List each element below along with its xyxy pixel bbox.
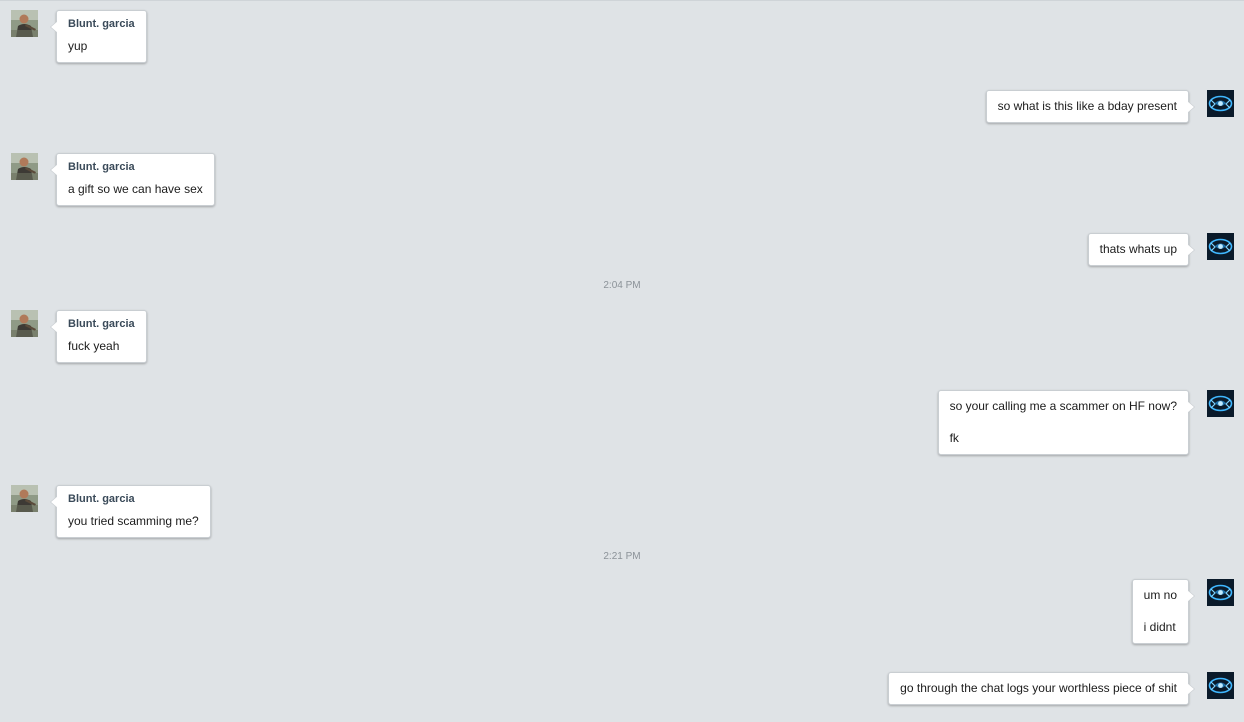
avatar[interactable]	[1207, 90, 1234, 117]
blue-glow-avatar-icon	[1207, 579, 1234, 606]
user-photo-avatar-icon	[11, 153, 38, 180]
message-text: you tried scamming me?	[68, 514, 199, 528]
message-text: fk	[949, 431, 959, 445]
message-text: so your calling me a scammer on HF now?	[949, 399, 1177, 413]
blue-glow-avatar-icon	[1207, 90, 1234, 117]
message-text: a gift so we can have sex	[68, 182, 203, 196]
message-bubble: um no i didnt	[1131, 579, 1196, 644]
user-photo-avatar-icon	[11, 485, 38, 512]
message-text: um no	[1143, 588, 1177, 602]
sender-name: Blunt. garcia	[68, 318, 135, 330]
avatar[interactable]	[11, 10, 38, 37]
message-text: yup	[68, 39, 88, 53]
avatar[interactable]	[1207, 233, 1234, 260]
user-photo-avatar-icon	[11, 310, 38, 337]
avatar[interactable]	[11, 310, 38, 337]
message-text: thats whats up	[1099, 242, 1177, 256]
chat-conversation: Blunt. garcia yup so what is this like a…	[0, 0, 1244, 722]
sender-name: Blunt. garcia	[68, 18, 135, 30]
message-text: i didnt	[1143, 620, 1176, 634]
message-bubble: thats whats up	[1087, 233, 1196, 266]
sender-name: Blunt. garcia	[68, 161, 135, 173]
avatar[interactable]	[1207, 579, 1234, 606]
message-bubble: so your calling me a scammer on HF now? …	[937, 390, 1196, 455]
blue-glow-avatar-icon	[1207, 233, 1234, 260]
user-photo-avatar-icon	[11, 10, 38, 37]
message-text: fuck yeah	[68, 339, 120, 353]
message-bubble: go through the chat logs your worthless …	[888, 672, 1195, 705]
message-bubble: Blunt. garcia you tried scamming me?	[50, 485, 211, 538]
avatar[interactable]	[11, 153, 38, 180]
timestamp-divider: 2:04 PM	[603, 280, 641, 291]
sender-name: Blunt. garcia	[68, 493, 135, 505]
blue-glow-avatar-icon	[1207, 390, 1234, 417]
avatar[interactable]	[1207, 390, 1234, 417]
timestamp-divider: 2:21 PM	[603, 551, 641, 562]
message-text: so what is this like a bday present	[997, 99, 1177, 113]
message-bubble: so what is this like a bday present	[985, 90, 1196, 123]
message-bubble: Blunt. garcia yup	[50, 10, 147, 63]
message-text: go through the chat logs your worthless …	[900, 681, 1177, 695]
avatar[interactable]	[11, 485, 38, 512]
avatar[interactable]	[1207, 672, 1234, 699]
blue-glow-avatar-icon	[1207, 672, 1234, 699]
message-bubble: Blunt. garcia a gift so we can have sex	[50, 153, 215, 206]
message-bubble: Blunt. garcia fuck yeah	[50, 310, 147, 363]
